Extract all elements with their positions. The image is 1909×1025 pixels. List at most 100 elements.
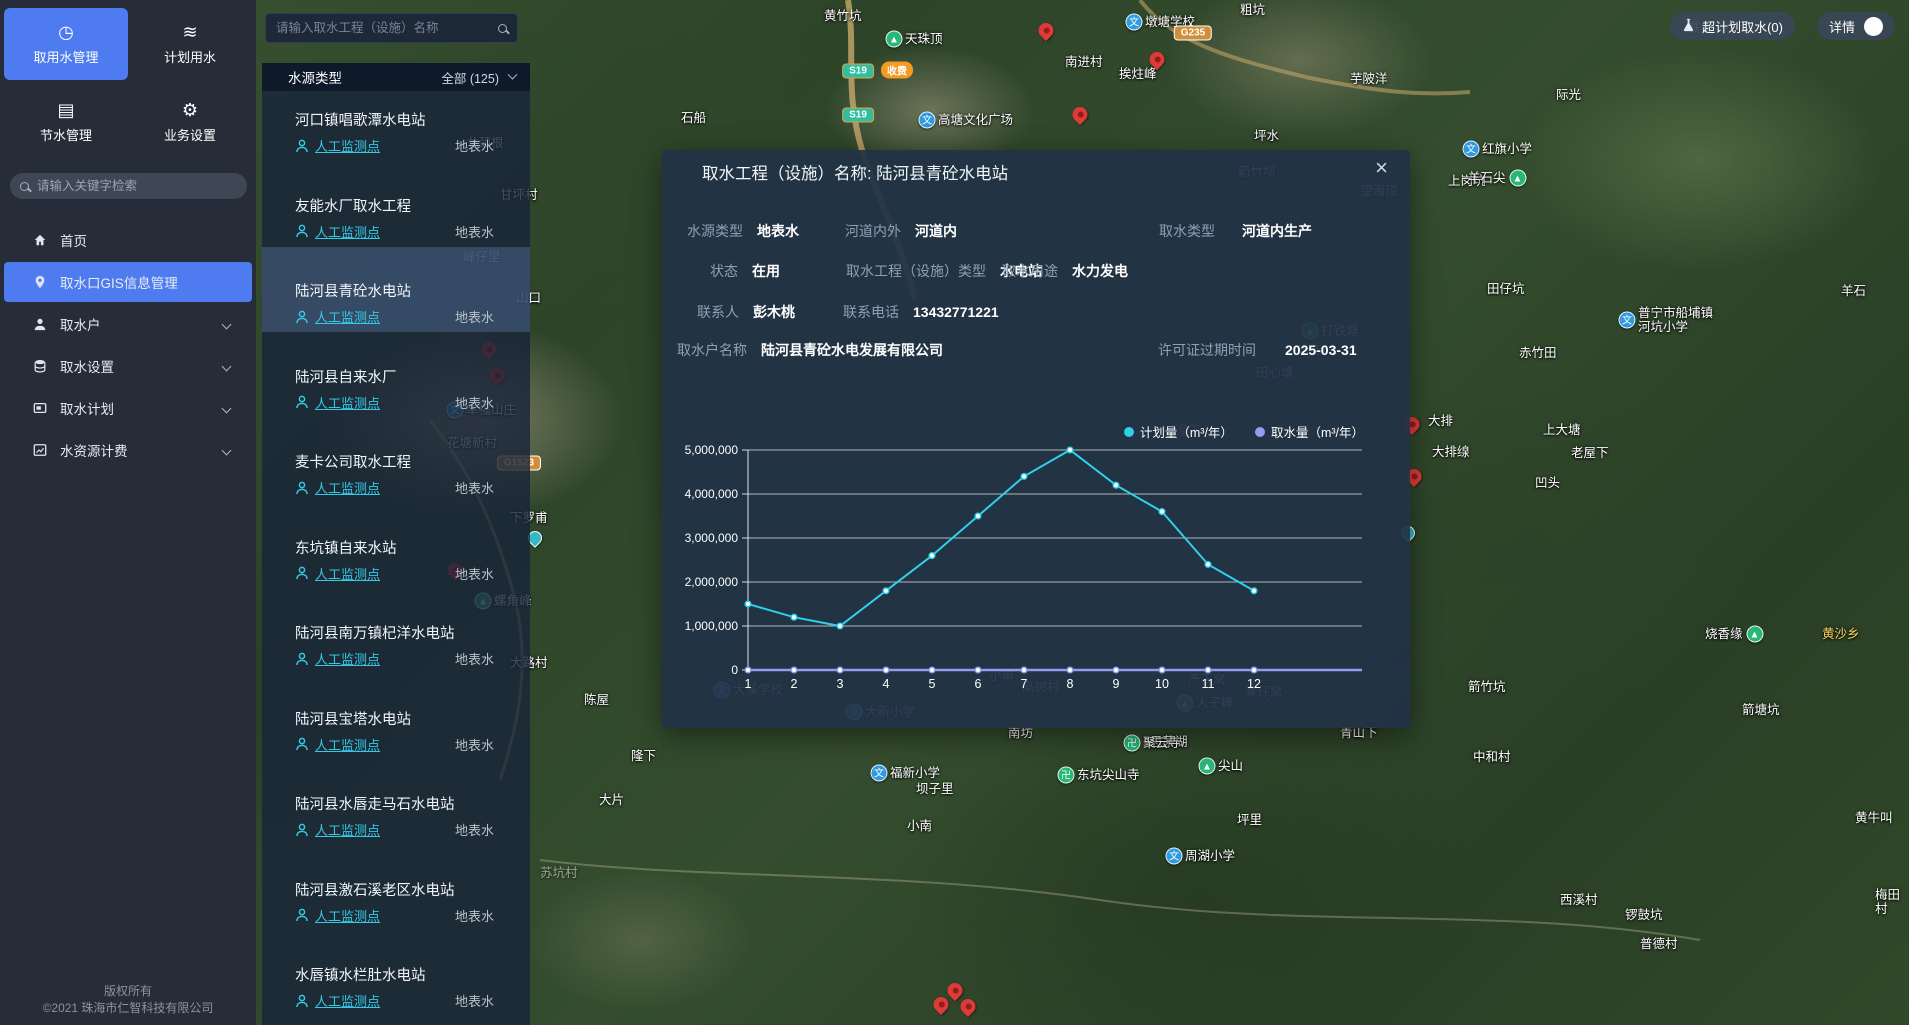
- facility-list-item[interactable]: 陆河县南万镇杞洋水电站人工监测点地表水: [262, 589, 530, 674]
- school-poi-icon[interactable]: 文: [1619, 312, 1636, 329]
- chevron-down-icon[interactable]: [222, 404, 232, 414]
- road-shield-S19: S19: [842, 64, 874, 79]
- chevron-down-icon[interactable]: [222, 362, 232, 372]
- flask-icon: [1682, 18, 1695, 35]
- app-tile-3[interactable]: ▤节水管理: [4, 86, 128, 158]
- school-poi-icon[interactable]: 文: [1126, 14, 1143, 31]
- facility-name: 陆河县自来水厂: [295, 366, 397, 387]
- person-icon: [295, 310, 309, 324]
- legend-label: 取水量（m³/年）: [1271, 422, 1364, 441]
- app-tile-2[interactable]: ≋计划用水: [128, 8, 252, 80]
- monitor-point-link[interactable]: 人工监测点: [315, 991, 380, 1010]
- svg-text:7: 7: [1021, 677, 1028, 691]
- facility-list-item[interactable]: 东坑镇自来水站人工监测点地表水: [262, 504, 530, 589]
- chevron-down-icon[interactable]: [222, 320, 232, 330]
- field-label: 取水用途: [1002, 263, 1058, 279]
- monitor-point-link[interactable]: 人工监测点: [315, 820, 380, 839]
- mountain-poi-icon[interactable]: ▲: [1509, 170, 1526, 187]
- facility-search-input[interactable]: [276, 21, 498, 35]
- monitor-point-link[interactable]: 人工监测点: [315, 222, 380, 241]
- water-source-type: 地表水: [455, 564, 494, 583]
- monitor-point-link[interactable]: 人工监测点: [315, 307, 380, 326]
- monitor-point-link[interactable]: 人工监测点: [315, 564, 380, 583]
- school-poi-icon[interactable]: 文: [919, 112, 936, 129]
- monitor-point-link[interactable]: 人工监测点: [315, 649, 380, 668]
- modal-field: 取水用途水力发电: [1002, 261, 1128, 281]
- facility-search-box[interactable]: [265, 13, 518, 43]
- sidebar-item-2[interactable]: 取水口GIS信息管理: [4, 262, 252, 302]
- person-icon: [295, 908, 309, 922]
- water-source-type: 地表水: [455, 649, 494, 668]
- search-icon[interactable]: [498, 24, 507, 33]
- modal-field: 状态在用: [710, 261, 780, 281]
- facility-list-item[interactable]: 河口镇唱歌潭水电站人工监测点地表水: [262, 76, 530, 161]
- road-shield-S19: S19: [842, 108, 874, 123]
- legend-item[interactable]: 取水量（m³/年）: [1255, 422, 1364, 441]
- facility-list-item[interactable]: 陆河县激石溪老区水电站人工监测点地表水: [262, 846, 530, 931]
- modal-field: 水源类型地表水: [687, 221, 799, 241]
- field-value: 在用: [752, 263, 780, 279]
- monitor-point-link[interactable]: 人工监测点: [315, 478, 380, 497]
- school-poi-icon[interactable]: 文: [1463, 141, 1480, 158]
- home-icon: [32, 232, 48, 248]
- modal-field: 取水户名称陆河县青砼水电发展有限公司: [677, 340, 943, 360]
- modal-field: 联系电话13432771221: [843, 302, 999, 322]
- app-tile-4[interactable]: ⚙业务设置: [128, 86, 252, 158]
- svg-text:6: 6: [975, 677, 982, 691]
- modal-field: 许可证过期时间2025-03-31: [1158, 340, 1357, 360]
- facility-list-item[interactable]: 友能水厂取水工程人工监测点地表水: [262, 162, 530, 247]
- close-icon[interactable]: ×: [1375, 156, 1388, 180]
- facility-list-item[interactable]: 陆河县宝塔水电站人工监测点地表水: [262, 675, 530, 760]
- map-place-label: 苏坑村: [540, 866, 578, 880]
- map-place-label: 田仔坑: [1487, 282, 1525, 296]
- over-plan-intake-label: 超计划取水(0): [1702, 17, 1783, 36]
- person-icon: [295, 481, 309, 495]
- chart-icon: [32, 442, 48, 458]
- detail-toggle-label: 详情: [1829, 17, 1855, 36]
- facility-list-item[interactable]: 陆河县水唇走马石水电站人工监测点地表水: [262, 760, 530, 845]
- field-value: 水力发电: [1072, 263, 1128, 279]
- map-place-label: 陈屋: [584, 693, 609, 707]
- keyword-search-input[interactable]: [37, 179, 237, 193]
- mountain-poi-icon[interactable]: ▲: [1199, 758, 1216, 775]
- legend-item[interactable]: 计划量（m³/年）: [1124, 422, 1233, 441]
- facility-list-item[interactable]: 麦卡公司取水工程人工监测点地表水: [262, 418, 530, 503]
- sidebar-item-4[interactable]: 取水设置: [4, 346, 252, 386]
- sidebar-item-1[interactable]: 首页: [4, 220, 252, 260]
- map-place-label: 上大塘: [1543, 423, 1581, 437]
- mountain-poi-icon[interactable]: ▲: [886, 31, 903, 48]
- monitor-point-link[interactable]: 人工监测点: [315, 735, 380, 754]
- temple-poi-icon[interactable]: 卍: [1124, 735, 1141, 752]
- map-place-label: 大片: [599, 793, 624, 807]
- monitor-point-link[interactable]: 人工监测点: [315, 906, 380, 925]
- map-place-label: 中和村: [1473, 750, 1511, 764]
- chevron-down-icon[interactable]: [222, 446, 232, 456]
- gear-icon: ⚙: [182, 101, 198, 119]
- over-plan-intake-button[interactable]: 超计划取水(0): [1670, 12, 1795, 40]
- sidebar-item-5[interactable]: 取水计划: [4, 388, 252, 428]
- map-place-label: 黄沙乡: [1822, 627, 1860, 641]
- school-poi-icon[interactable]: 文: [1166, 848, 1183, 865]
- facility-list-item[interactable]: 水唇镇水栏肚水电站人工监测点地表水: [262, 931, 530, 1016]
- svg-text:12: 12: [1247, 677, 1261, 691]
- facility-list-item[interactable]: 陆河县青砼水电站人工监测点地表水: [262, 247, 530, 332]
- map-place-label: 高塘文化广场: [938, 113, 1013, 127]
- monitor-point-link[interactable]: 人工监测点: [315, 136, 380, 155]
- facility-sub: 人工监测点: [295, 820, 380, 839]
- field-value: 地表水: [757, 223, 799, 239]
- temple-poi-icon[interactable]: 卍: [1058, 767, 1075, 784]
- map-place-label: 南进村: [1065, 55, 1103, 69]
- school-poi-icon[interactable]: 文: [871, 765, 888, 782]
- app-tile-1[interactable]: ◷取用水管理: [4, 8, 128, 80]
- monitor-point-link[interactable]: 人工监测点: [315, 393, 380, 412]
- keyword-search-box[interactable]: [10, 173, 247, 199]
- detail-toggle[interactable]: 详情: [1817, 12, 1895, 40]
- map-place-label: 大排缐: [1432, 445, 1470, 459]
- toggle-knob-icon[interactable]: [1864, 17, 1883, 36]
- sidebar-item-3[interactable]: 取水户: [4, 304, 252, 344]
- map-place-label: 红旗小学: [1482, 142, 1532, 156]
- svg-text:9: 9: [1113, 677, 1120, 691]
- facility-list-item[interactable]: 陆河县自来水厂人工监测点地表水: [262, 333, 530, 418]
- sidebar-item-6[interactable]: 水资源计费: [4, 430, 252, 470]
- mountain-poi-icon[interactable]: ▲: [1746, 626, 1763, 643]
